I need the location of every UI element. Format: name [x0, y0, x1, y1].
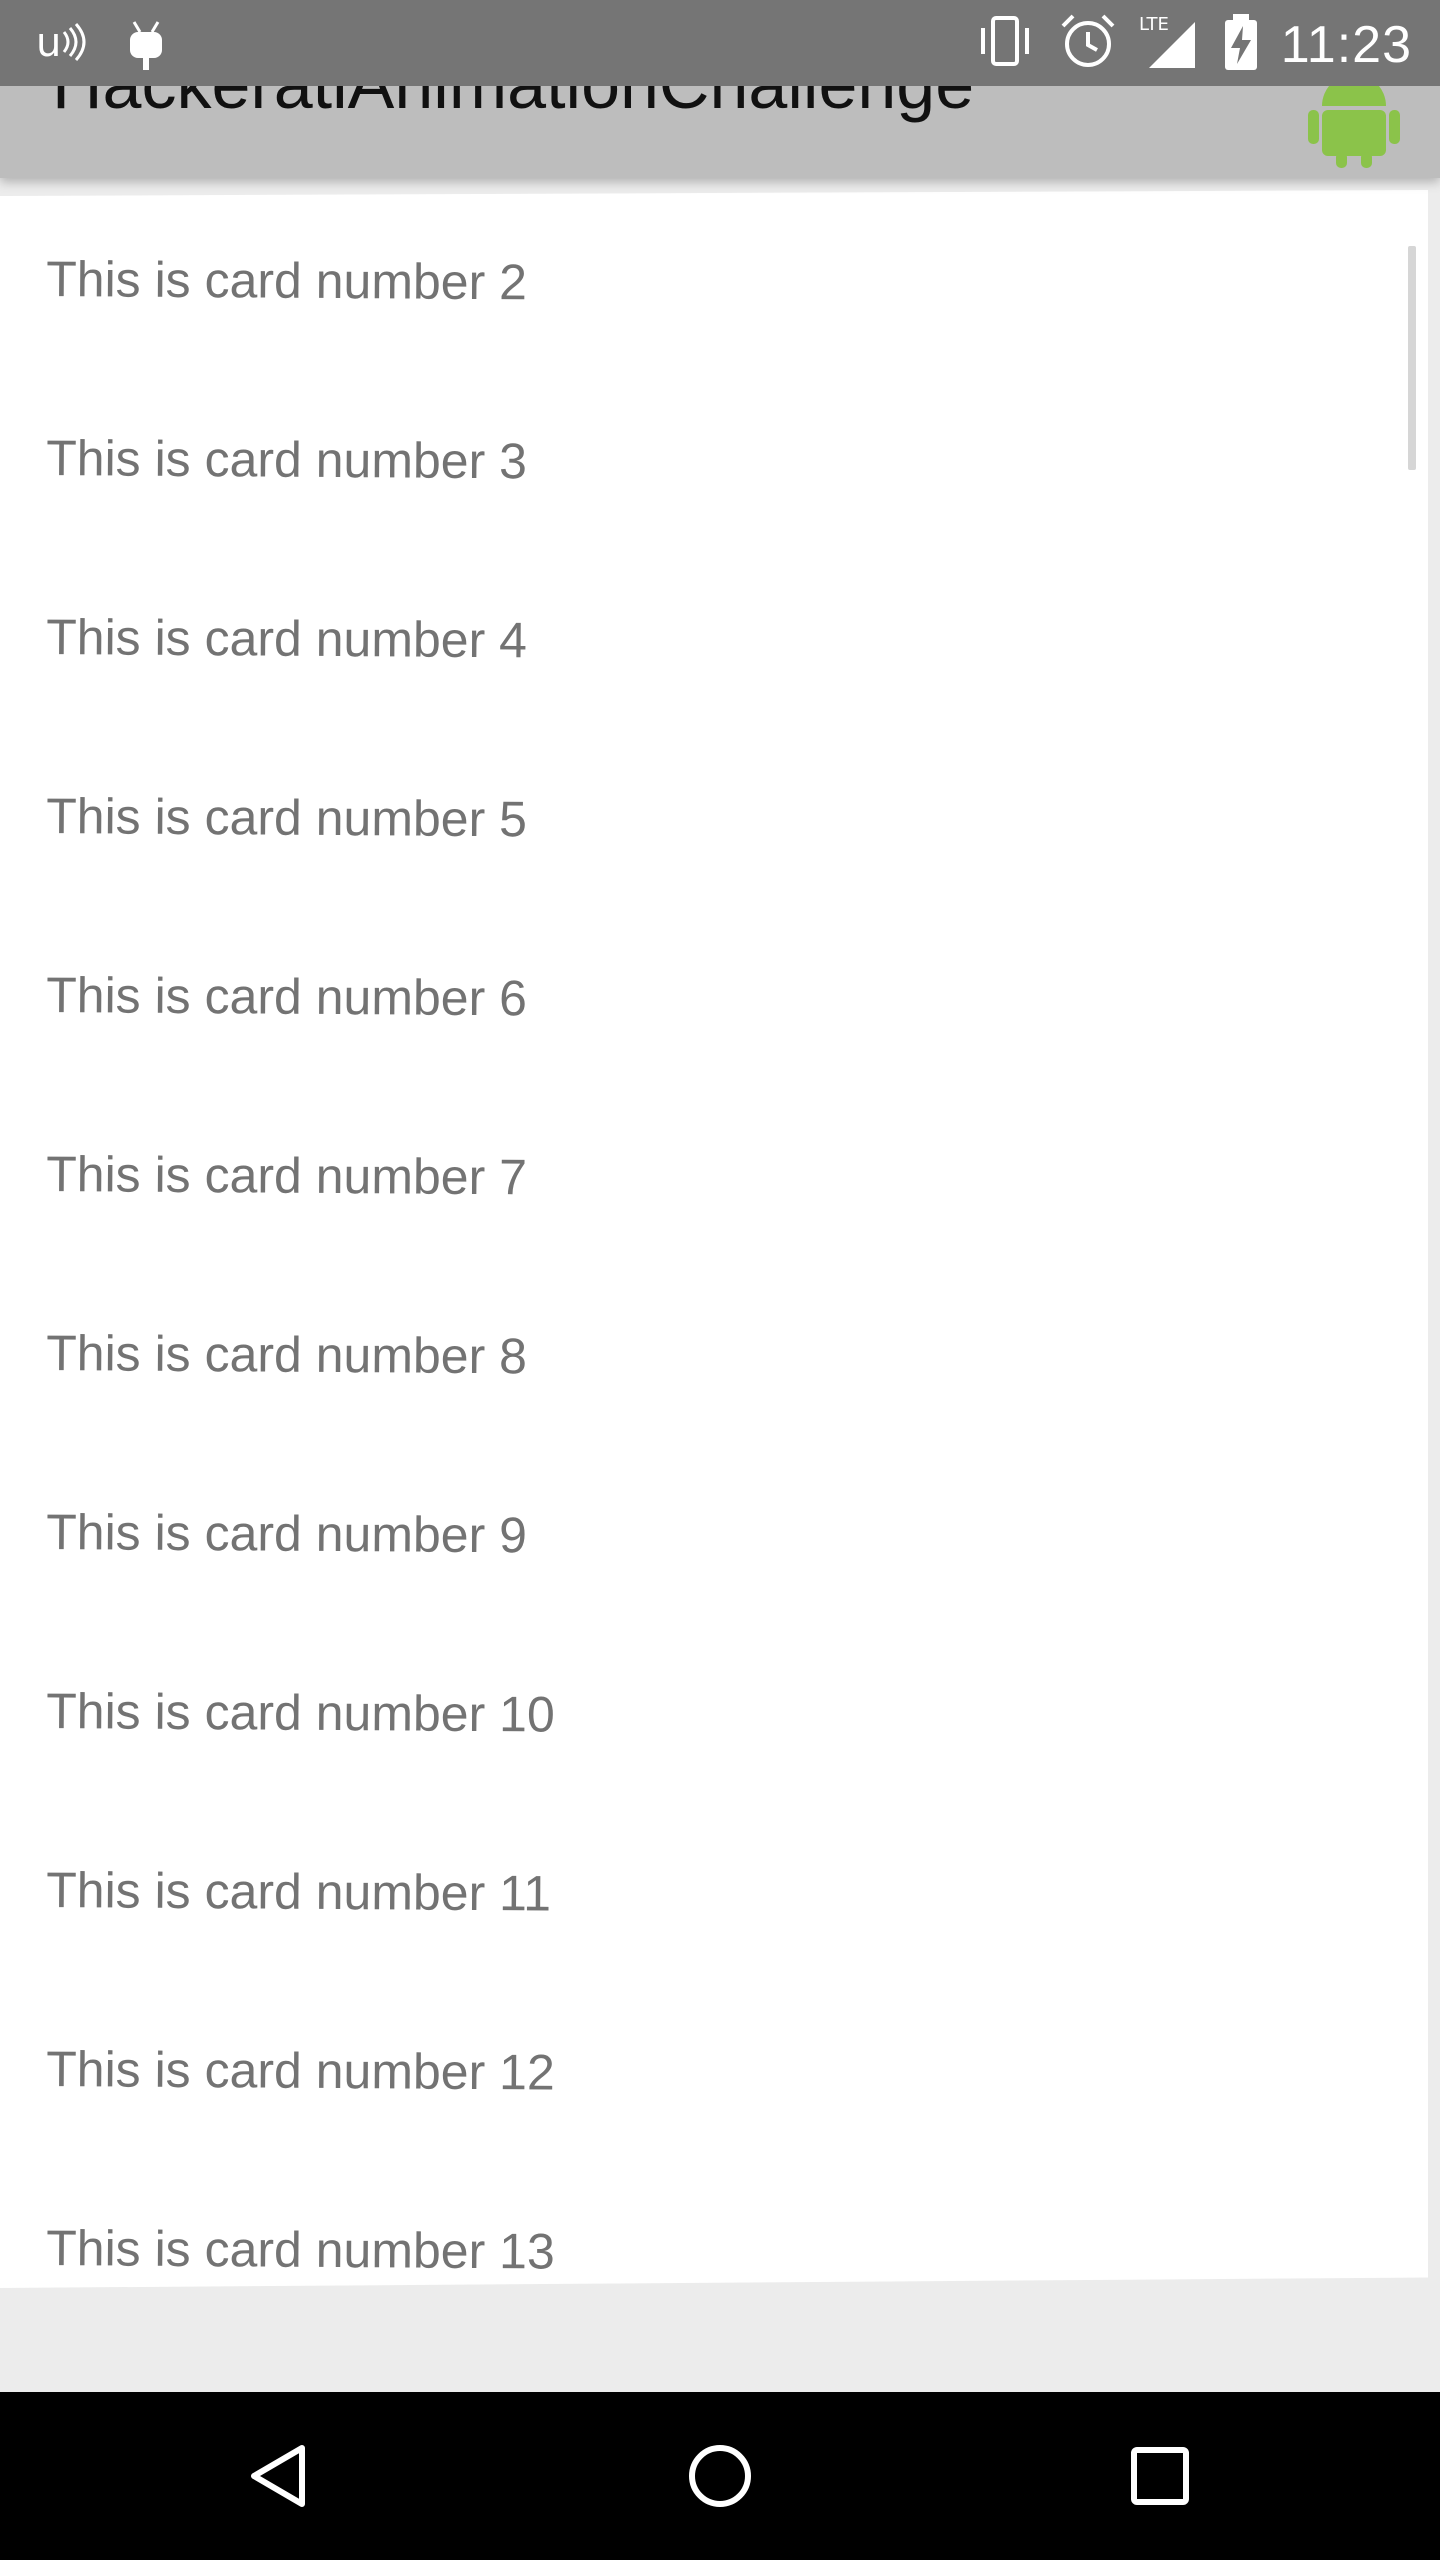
list-item[interactable]: This is card number 6 — [46, 966, 528, 1089]
status-time: 11:23 — [1280, 15, 1412, 74]
back-triangle-icon[interactable] — [238, 2434, 322, 2518]
android-debug-icon — [124, 14, 168, 75]
signal-icon: LTE — [1139, 12, 1201, 77]
usb-debug-icon: u — [36, 14, 92, 75]
list-item[interactable]: This is card number 3 — [46, 429, 528, 552]
list-item[interactable]: This is card number 11 — [46, 1861, 552, 1985]
list-item[interactable]: This is card number 8 — [46, 1324, 528, 1447]
list-item[interactable]: This is card number 12 — [46, 2040, 555, 2164]
svg-text:u: u — [36, 20, 61, 66]
list-item[interactable]: This is card number 4 — [46, 608, 528, 731]
app-bar: HackeratiAnimationChallenge — [0, 86, 1440, 178]
list-item[interactable]: This is card number 5 — [46, 787, 528, 910]
navigation-bar — [0, 2392, 1440, 2560]
battery-charging-icon — [1223, 12, 1259, 77]
card-container[interactable]: This is card number 2 This is card number… — [0, 190, 1428, 2288]
list-item[interactable]: This is card number 7 — [46, 1145, 528, 1268]
scrollbar[interactable] — [1408, 246, 1416, 470]
android-logo-icon[interactable] — [1304, 86, 1404, 173]
home-circle-icon[interactable] — [678, 2434, 762, 2518]
vibrate-icon — [973, 12, 1037, 77]
list-item[interactable]: This is card number 13 — [46, 2219, 555, 2288]
list-item[interactable]: This is card number 10 — [46, 1682, 555, 1806]
list-item[interactable]: This is card number 2 — [46, 250, 528, 373]
network-type-label: LTE — [1139, 14, 1169, 35]
list-item[interactable]: This is card number 9 — [46, 1503, 528, 1626]
alarm-icon — [1059, 12, 1117, 77]
recents-square-icon[interactable] — [1118, 2434, 1202, 2518]
status-bar: u LTE 11:23 — [0, 0, 1440, 86]
app-title: HackeratiAnimationChallenge — [52, 86, 974, 124]
